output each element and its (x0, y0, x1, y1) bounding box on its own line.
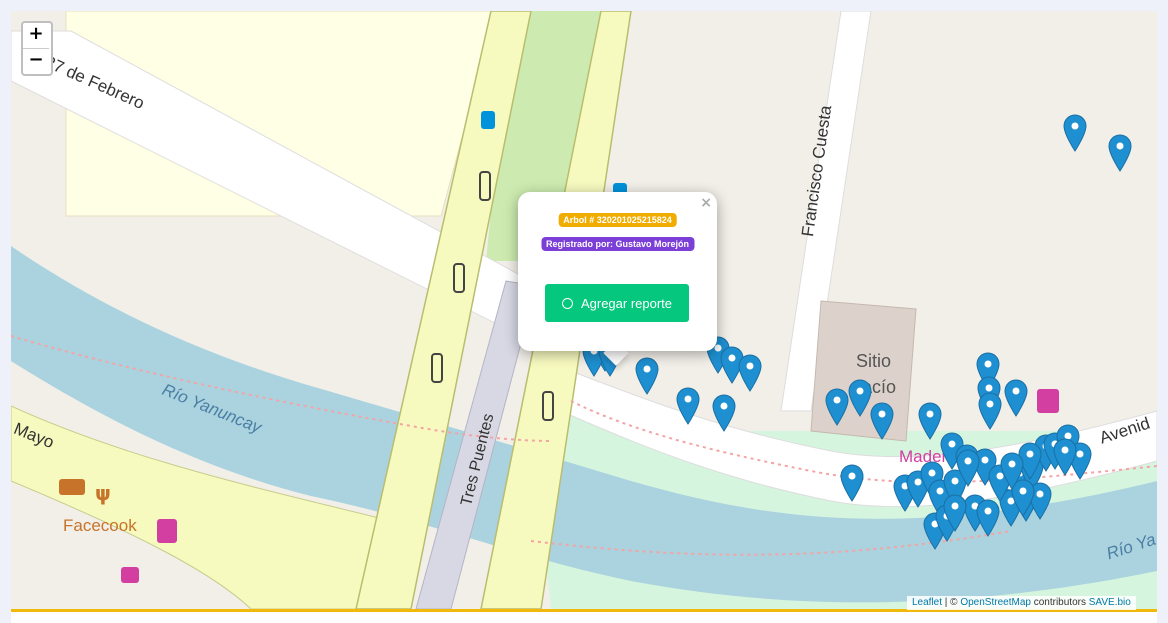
tree-popup: × Arbol # 320201025215824 Registrado por… (518, 192, 717, 351)
traffic-light-icon (453, 263, 465, 293)
map-marker-icon[interactable] (1108, 134, 1132, 172)
zoom-in-button[interactable]: + (23, 23, 49, 48)
add-report-button[interactable]: Agregar reporte (545, 284, 689, 322)
poi-label-facecook: Facecook (63, 516, 137, 535)
map-marker-icon[interactable] (870, 402, 894, 440)
tree-number-badge: Arbol # 320201025215824 (558, 213, 677, 227)
restaurant-icon (59, 479, 85, 495)
map-marker-icon[interactable] (825, 388, 849, 426)
map-marker-icon[interactable] (840, 464, 864, 502)
bus-stop-icon (481, 111, 495, 129)
map-marker-icon[interactable] (712, 394, 736, 432)
attribution-separator: | © (942, 597, 961, 608)
traffic-light-icon (431, 353, 443, 383)
map-marker-icon[interactable] (943, 494, 967, 532)
map-attribution: Leaflet | © OpenStreetMap contributors S… (907, 596, 1136, 610)
map-marker-icon[interactable] (956, 449, 980, 487)
shop-icon (121, 567, 139, 583)
plus-icon: + (28, 23, 44, 44)
add-report-label: Agregar reporte (580, 295, 673, 311)
comment-icon (561, 297, 573, 309)
close-icon[interactable]: × (700, 195, 712, 211)
minus-icon: − (28, 49, 44, 70)
map-marker-icon[interactable] (635, 357, 659, 395)
zoom-out-button[interactable]: − (23, 48, 49, 74)
leaflet-link[interactable]: Leaflet (912, 597, 942, 608)
map-marker-icon[interactable] (848, 379, 872, 417)
bottom-accent-bar (11, 609, 1157, 623)
zoom-control: + − (21, 21, 53, 76)
savebio-link[interactable]: SAVE.bio (1089, 597, 1131, 608)
map-marker-icon[interactable] (976, 499, 1000, 537)
shop-icon (157, 519, 177, 543)
shop-icon (1037, 389, 1059, 413)
map-marker-icon[interactable] (676, 387, 700, 425)
map-marker-icon[interactable] (1000, 452, 1024, 490)
openstreetmap-link[interactable]: OpenStreetMap (960, 597, 1031, 608)
map-marker-icon[interactable] (1063, 114, 1087, 152)
map-marker-icon[interactable] (1004, 379, 1028, 417)
map-marker-icon[interactable] (1053, 438, 1077, 476)
registered-by-badge: Registrado por: Gustavo Morejón (540, 237, 695, 251)
map-marker-icon[interactable] (918, 402, 942, 440)
restaurant-icon: ψ (95, 481, 111, 505)
map-marker-icon[interactable] (738, 354, 762, 392)
map-marker-icon[interactable] (978, 392, 1002, 430)
attribution-contributors: contributors (1030, 597, 1089, 608)
place-label-sitio: Sitio (856, 351, 892, 371)
traffic-light-icon (542, 391, 554, 421)
traffic-light-icon (479, 171, 491, 201)
